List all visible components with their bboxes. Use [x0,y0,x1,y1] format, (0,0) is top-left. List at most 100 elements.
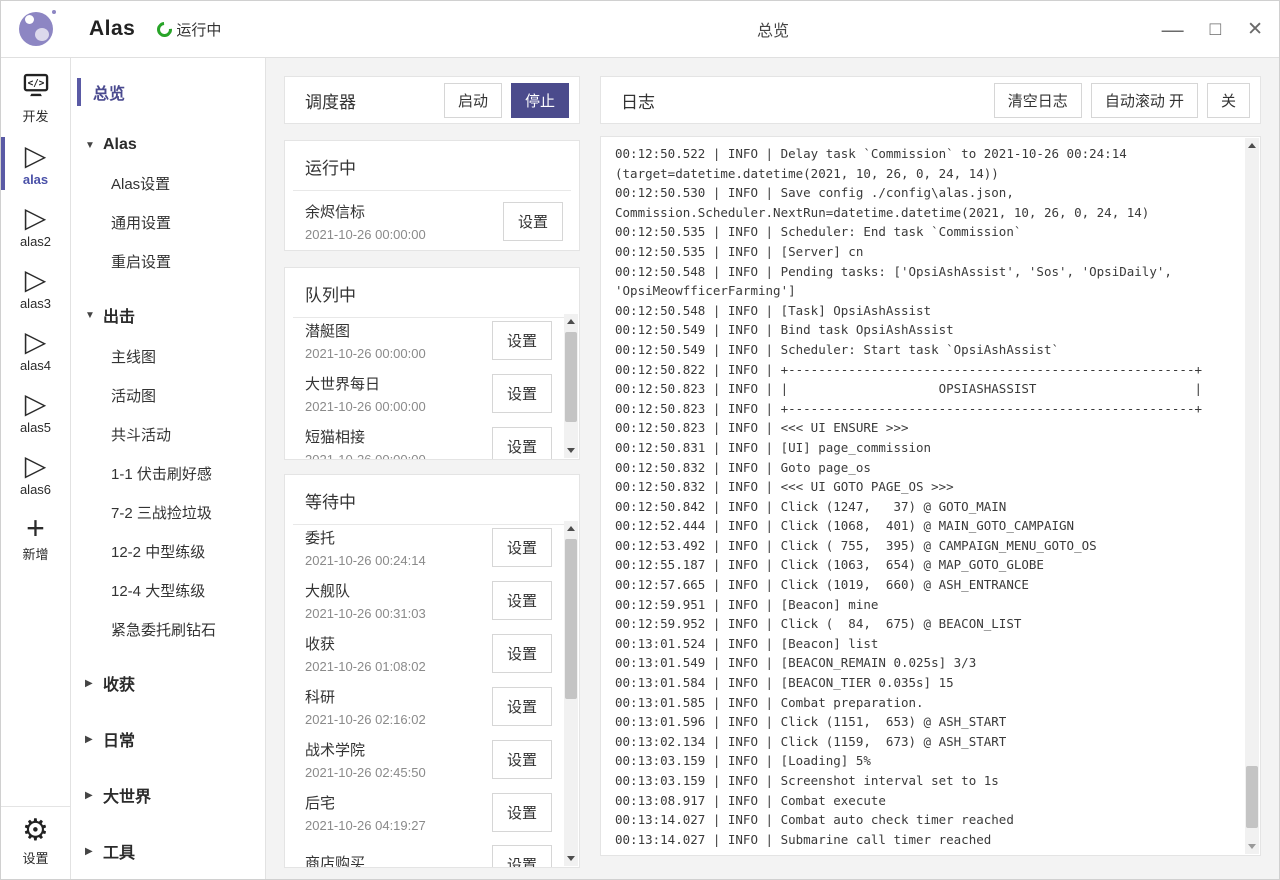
task-time: 2021-10-26 00:00:00 [305,227,503,242]
task-time: 2021-10-26 00:31:03 [305,606,492,621]
nav-item[interactable]: ▼ Alas [71,126,265,164]
rail-item-label: 新增 [22,544,48,563]
task-name: 潜艇图 [305,320,492,341]
task-row: 大舰队 2021-10-26 00:31:03 设置 [285,574,564,627]
autoscroll-off-button[interactable]: 关 [1207,83,1250,118]
pending-scrollbar[interactable] [564,314,578,458]
instance-rail: </> 开发 ▷ alas ▷ alas2 ▷ alas3 ▷ alas4 ▷ [1,58,71,879]
code-monitor-icon: </> [22,71,50,105]
scheduler-stop-button[interactable]: 停止 [511,83,569,118]
rail-item-dev[interactable]: </> 开发 [1,64,70,131]
main-content: 调度器 启动 停止 运行中 余烬信标 2021-10-26 00:00:00 设… [266,58,1279,879]
nav-item-label: 12-4 大型练级 [111,580,205,601]
log-line: Commission.Scheduler.NextRun=datetime.da… [615,203,1241,223]
clear-log-button[interactable]: 清空日志 [994,83,1082,118]
rail-item-alas2[interactable]: ▷ alas2 [1,196,70,255]
minimize-button[interactable]: — [1162,19,1184,41]
app-name: Alas [89,17,135,41]
task-time: 2021-10-26 00:24:14 [305,553,492,568]
scroll-down-icon[interactable] [564,443,578,457]
scroll-up-icon[interactable] [564,522,578,536]
nav-item[interactable]: 12-2 中型练级 [71,532,265,571]
nav-item-label: 共斗活动 [111,424,171,445]
nav-item[interactable]: 1-1 伏击刷好感 [71,454,265,493]
task-settings-button[interactable]: 设置 [492,740,552,779]
nav-item-label: 1-1 伏击刷好感 [111,463,212,484]
add-instance-button[interactable]: + 新增 [1,506,70,569]
log-line: 00:12:50.548 | INFO | [Task] OpsiAshAssi… [615,301,1241,321]
log-line: 00:12:50.842 | INFO | Click (1247, 37) @… [615,497,1241,517]
nav-item-label: 活动图 [111,385,156,406]
task-settings-button[interactable]: 设置 [492,427,552,459]
nav-item[interactable]: ▶ 日常 [71,717,265,761]
rail-item-settings[interactable]: ⚙ 设置 [1,806,70,879]
nav-item[interactable]: ▶ 收获 [71,661,265,705]
rail-item-alas4[interactable]: ▷ alas4 [1,320,70,379]
rail-item-label: 设置 [22,848,48,867]
task-settings-button[interactable]: 设置 [492,374,552,413]
waiting-scrollbar[interactable] [564,521,578,866]
log-line: 00:12:50.548 | INFO | Pending tasks: ['O… [615,262,1241,282]
nav-item[interactable]: ▼ 出击 [71,293,265,337]
task-settings-button[interactable]: 设置 [492,528,552,567]
task-settings-button[interactable]: 设置 [492,687,552,726]
nav-item[interactable]: 主线图 [71,337,265,376]
rail-item-alas3[interactable]: ▷ alas3 [1,258,70,317]
alas-logo-icon [19,10,57,48]
log-header-card: 日志 清空日志 自动滚动 开 关 [600,76,1261,124]
maximize-button[interactable]: □ [1210,20,1221,39]
task-settings-button[interactable]: 设置 [492,321,552,360]
task-name: 后宅 [305,792,492,813]
nav-item[interactable]: 12-4 大型练级 [71,571,265,610]
nav-item-label: Alas设置 [111,173,170,194]
log-scrollbar[interactable] [1245,138,1259,854]
close-button[interactable]: ✕ [1247,20,1263,39]
nav-item[interactable]: 活动图 [71,376,265,415]
play-icon: ▷ [25,141,47,171]
nav-item[interactable]: ▶ 大世界 [71,773,265,817]
scroll-up-icon[interactable] [564,315,578,329]
rail-item-alas5[interactable]: ▷ alas5 [1,382,70,441]
nav-item[interactable]: 通用设置 [71,203,265,242]
nav-item[interactable]: 7-2 三战捡垃圾 [71,493,265,532]
scroll-up-icon[interactable] [1245,139,1259,153]
log-line: 00:12:50.530 | INFO | Save config ./conf… [615,183,1241,203]
task-settings-button[interactable]: 设置 [492,634,552,673]
nav-item-label: 工具 [103,839,135,863]
nav-item-label: 大世界 [103,783,151,807]
task-time: 2021-10-26 00:00:00 [305,452,492,459]
task-name: 短猫相接 [305,426,492,447]
scroll-thumb[interactable] [565,539,577,699]
scroll-thumb[interactable] [1246,766,1258,828]
nav-item-label: 总览 [93,80,125,104]
nav-item[interactable]: ▶ 工具 [71,829,265,873]
rail-item-alas[interactable]: ▷ alas [1,134,70,193]
task-settings-button[interactable]: 设置 [492,793,552,832]
scheduler-start-button[interactable]: 启动 [444,83,502,118]
nav-item[interactable]: 总览 [71,70,265,114]
rail-item-alas6[interactable]: ▷ alas6 [1,444,70,503]
log-line: 00:13:01.585 | INFO | Combat preparation… [615,693,1241,713]
nav-item[interactable]: 共斗活动 [71,415,265,454]
task-settings-button[interactable]: 设置 [503,202,563,241]
scroll-thumb[interactable] [565,332,577,422]
nav-item[interactable]: Alas设置 [71,164,265,203]
task-settings-button[interactable]: 设置 [492,845,552,867]
gear-icon: ⚙ [22,815,49,847]
log-line: 00:12:50.832 | INFO | Goto page_os [615,458,1241,478]
rail-item-label: alas3 [20,296,51,311]
autoscroll-toggle-button[interactable]: 自动滚动 开 [1091,83,1198,118]
scroll-down-icon[interactable] [1245,839,1259,853]
task-name: 收获 [305,633,492,654]
task-settings-button[interactable]: 设置 [492,581,552,620]
log-line: 00:12:50.823 | INFO | +-----------------… [615,399,1241,419]
log-line: 00:13:01.584 | INFO | [BEACON_TIER 0.035… [615,673,1241,693]
nav-item[interactable]: 紧急委托刷钻石 [71,610,265,649]
task-time: 2021-10-26 00:00:00 [305,399,492,414]
log-output[interactable]: 00:12:50.522 | INFO | Delay task `Commis… [601,137,1245,855]
app-window: Alas 运行中 总览 — □ ✕ </> 开发 ▷ alas ▷ [0,0,1280,880]
task-row: 大世界每日 2021-10-26 00:00:00 设置 [285,367,564,420]
scroll-down-icon[interactable] [564,851,578,865]
log-line: 00:12:50.832 | INFO | <<< UI GOTO PAGE_O… [615,477,1241,497]
nav-item[interactable]: 重启设置 [71,242,265,281]
